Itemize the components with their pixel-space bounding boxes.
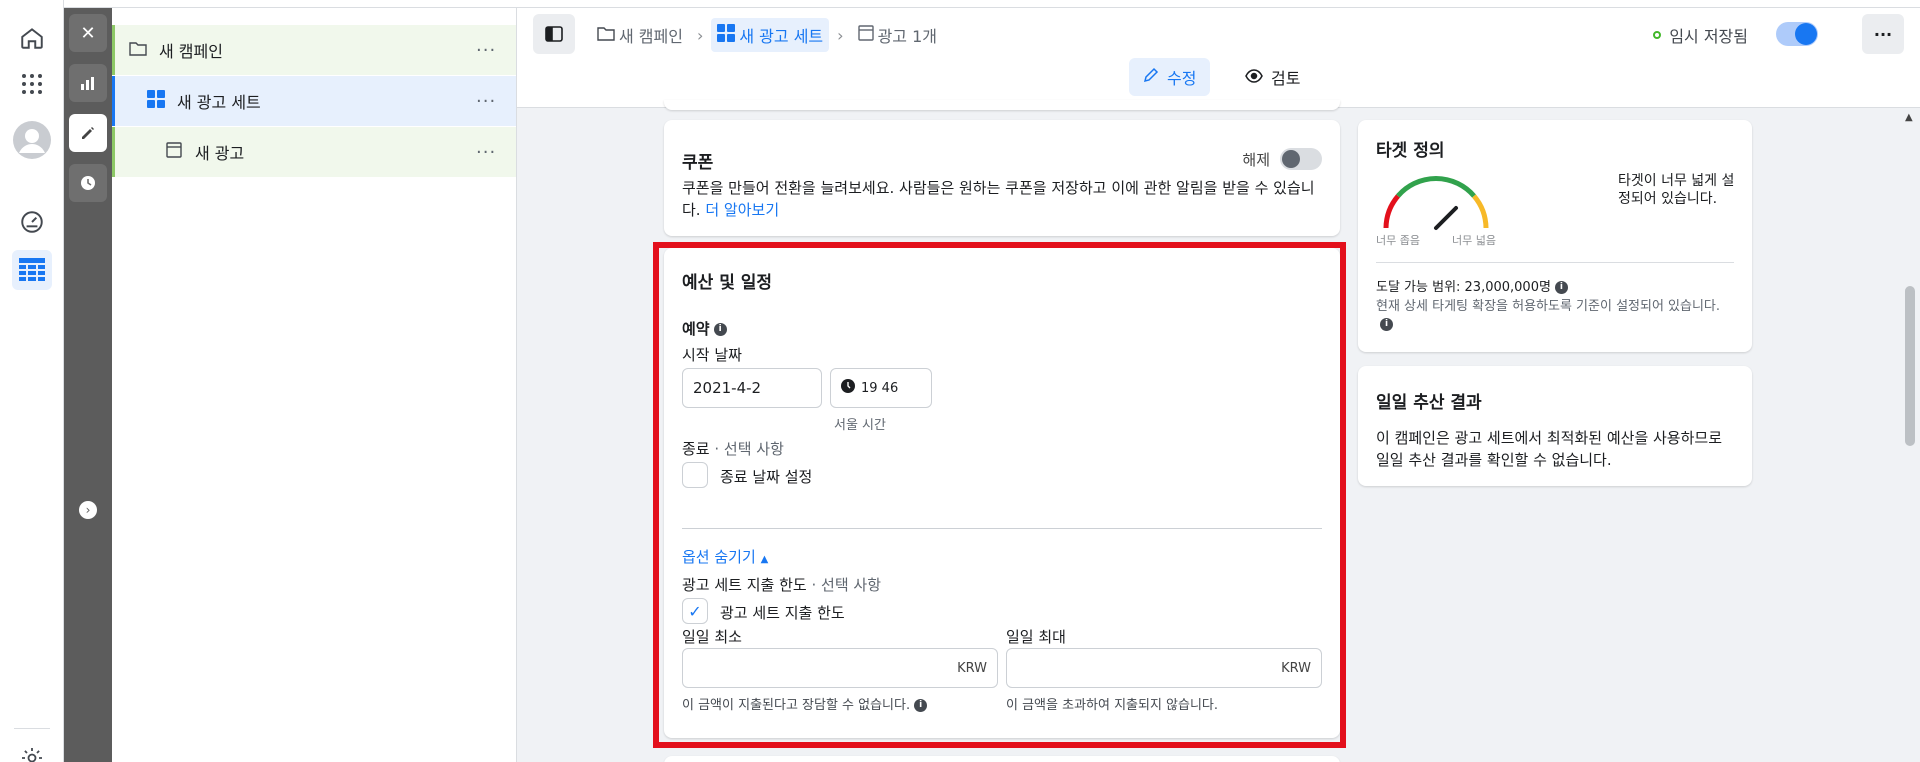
apps-grid-icon[interactable] [12,64,52,104]
more-options-icon[interactable]: ··· [476,91,516,112]
tree-item-label: 새 캠페인 [159,42,223,61]
daily-results-title: 일일 추산 결과 [1376,393,1482,413]
folder-icon [127,40,149,60]
daily-results-description: 이 캠페인은 광고 세트에서 최적화된 예산을 사용하므로 일일 추산 결과를 … [1376,429,1723,469]
editor-top-bar: 새 캠페인 › 새 광고 세트 › 광고 1개 임시 저장됨 ··· 수정 검토 [517,8,1920,108]
coupon-toggle[interactable] [1280,148,1322,170]
scrollbar[interactable]: ▲ [1900,108,1920,762]
editor-tool-strip: ✕ › [64,8,112,762]
adset-grid-icon [145,90,167,112]
tab-review[interactable]: 검토 [1231,58,1314,96]
audience-gauge-icon [1383,176,1489,230]
global-nav-rail [0,0,64,762]
status-dot-icon [1653,31,1662,39]
profile-avatar-icon[interactable] [12,120,52,160]
rail-divider [14,728,50,729]
history-clock-icon[interactable] [69,164,107,202]
ads-manager-table-icon[interactable] [12,250,52,290]
info-icon[interactable]: i [1554,281,1568,294]
info-icon[interactable]: i [1380,318,1393,331]
gauge-low-label: 너무 좁음 [1376,234,1420,247]
learn-more-link[interactable]: 더 알아보기 [705,201,779,219]
ad-frame-icon [857,25,874,45]
eye-icon [1245,68,1263,87]
coupon-description: 쿠폰을 만들어 전환을 늘려보세요. 사람들은 원하는 쿠폰을 저장하고 이에 … [682,177,1322,221]
targeting-expansion-note: 현재 상세 타게팅 확장을 허용하도록 기준이 설정되어 있습니다. i [1376,298,1726,334]
potential-reach-text: 도달 가능 범위: 23,000,000명 [1376,280,1551,295]
pencil-icon [1143,67,1159,87]
tree-item-ad[interactable]: 새 광고 ··· [112,127,516,177]
breadcrumb-label: 새 광고 세트 [739,27,824,46]
coupon-toggle-label: 해제 [1242,150,1270,169]
scroll-up-arrow-icon[interactable]: ▲ [1905,112,1913,123]
next-section-card [664,756,1340,762]
toggle-knob [1282,150,1300,168]
breadcrumb-adset[interactable]: 새 광고 세트 [711,18,830,52]
tab-edit[interactable]: 수정 [1129,58,1211,96]
toggle-knob [1795,23,1817,45]
more-options-icon[interactable]: ··· [476,142,516,163]
coupon-card: 쿠폰 쿠폰을 만들어 전환을 늘려보세요. 사람들은 원하는 쿠폰을 저장하고 … [664,120,1340,236]
performance-gauge-icon[interactable] [12,202,52,242]
settings-gear-icon[interactable] [12,738,52,762]
more-options-icon[interactable]: ··· [476,40,516,61]
previous-section-card [664,100,1340,110]
coupon-toggle-group: 해제 [1242,148,1322,170]
tree-item-label: 새 광고 [195,144,245,163]
breadcrumb-campaign[interactable]: 새 캠페인 [591,18,689,52]
breadcrumb-label: 광고 1개 [877,27,937,46]
ad-frame-icon [163,142,185,162]
audience-status: 타겟이 너무 넓게 설정되어 있습니다. [1618,173,1735,207]
close-icon[interactable]: ✕ [69,14,107,52]
tree-item-campaign[interactable]: 새 캠페인 ··· [112,25,516,75]
coupon-title: 쿠폰 [682,153,714,173]
scrollbar-thumb[interactable] [1905,286,1915,446]
toggle-sidebar-button[interactable] [533,14,575,54]
annotation-highlight-box [653,242,1346,748]
gauge-high-label: 너무 넓음 [1452,234,1496,247]
folder-icon [597,25,615,45]
tab-review-label: 검토 [1271,69,1301,88]
breadcrumb-ad[interactable]: 광고 1개 [852,18,943,52]
audience-definition-card: 타겟 정의 너무 좁음 너무 넓음 타겟이 너무 넓게 설정되어 있습니다. 도… [1358,120,1752,352]
divider [1376,262,1734,263]
window-top-edge [0,0,1920,8]
more-menu-button[interactable]: ··· [1862,14,1904,54]
breadcrumb: 새 캠페인 › 새 광고 세트 › 광고 1개 [591,18,943,52]
tree-item-label: 새 광고 세트 [177,93,261,112]
expand-panel-button[interactable]: › [79,501,97,519]
bar-chart-icon[interactable] [69,64,107,102]
home-icon[interactable] [12,18,52,58]
chevron-right-icon: › [696,25,704,45]
chevron-right-icon: › [837,25,844,45]
publish-toggle[interactable] [1776,22,1818,46]
tab-edit-label: 수정 [1167,69,1197,88]
breadcrumb-label: 새 캠페인 [619,27,683,46]
targeting-expansion-note-text: 현재 상세 타게팅 확장을 허용하도록 기준이 설정되어 있습니다. [1376,299,1721,314]
audience-title: 타겟 정의 [1376,141,1445,161]
daily-results-card: 일일 추산 결과 이 캠페인은 광고 세트에서 최적화된 예산을 사용하므로 일… [1358,366,1752,486]
autosave-label: 임시 저장됨 [1669,27,1748,46]
tree-item-adset[interactable]: 새 광고 세트 ··· [112,76,516,126]
potential-reach: 도달 가능 범위: 23,000,000명 i [1376,276,1568,295]
autosave-status: 임시 저장됨 [1653,23,1748,47]
campaign-tree-panel: 새 캠페인 ··· 새 광고 세트 ··· 새 광고 ··· [112,8,517,762]
edit-pencil-icon[interactable] [69,114,107,152]
adset-grid-icon [717,24,736,46]
